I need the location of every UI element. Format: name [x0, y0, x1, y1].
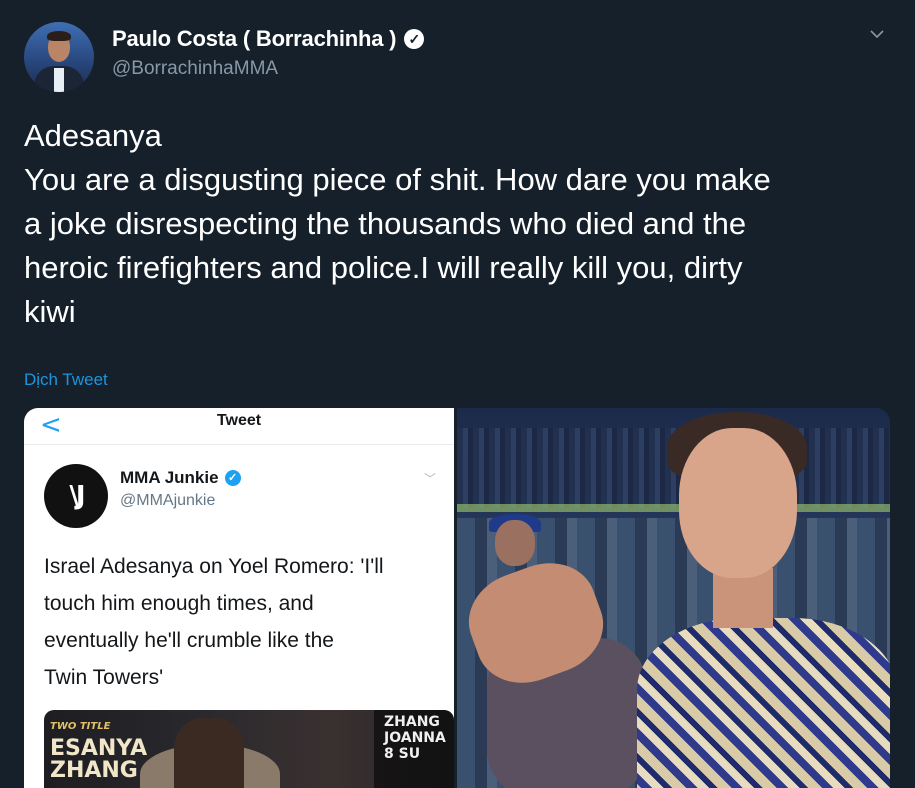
embedded-line: eventually he'll crumble like the	[44, 629, 334, 652]
fighter-figure	[174, 718, 244, 788]
poster-name-1: ESANYA	[50, 736, 148, 761]
avatar-shirt	[54, 68, 64, 92]
embedded-line: touch him enough times, and	[44, 592, 314, 615]
mma-junkie-logo: \J	[44, 464, 108, 528]
tweet-line: kiwi	[24, 294, 76, 329]
poster-name-2: ZHANG	[50, 758, 138, 783]
arena-photo[interactable]	[457, 408, 890, 788]
embedded-tweet-text: Israel Adesanya on Yoel Romero: 'I'll to…	[44, 548, 444, 696]
verified-badge-icon: ✓	[224, 470, 241, 486]
verified-badge-icon: ✓	[404, 29, 425, 49]
man-face	[679, 428, 797, 578]
tweet-line: Adesanya	[24, 118, 162, 153]
chevron-down-icon[interactable]	[869, 26, 885, 42]
embedded-author-name: MMA Junkie	[120, 468, 219, 487]
translate-tweet-link[interactable]: Dịch Tweet	[24, 370, 108, 390]
avatar-hair	[47, 31, 71, 41]
poster-text-left: TWO TITLE ESANYA ZHANG	[50, 716, 147, 782]
embedded-topbar: < Tweet	[24, 408, 454, 445]
embedded-author-row: MMA Junkie ✓	[120, 468, 241, 488]
poster-small-text: TWO TITLE	[50, 721, 111, 732]
tweet-line: You are a disgusting piece of shit. How …	[24, 162, 771, 197]
embedded-line: Twin Towers'	[44, 666, 164, 689]
patterned-shirt	[637, 618, 890, 788]
poster-right-line: JOANNA	[384, 730, 446, 746]
embedded-line: Israel Adesanya on Yoel Romero: 'I'll	[44, 555, 384, 578]
poster-right-line: ZHANG	[384, 714, 440, 730]
embedded-author-handle: @MMAjunkie	[120, 492, 216, 509]
author-name[interactable]: Paulo Costa ( Borrachinha )	[112, 26, 397, 52]
spectator-face	[495, 520, 535, 566]
embedded-title: Tweet	[216, 412, 262, 429]
tweet-text: Adesanya You are a disgusting piece of s…	[24, 114, 894, 334]
poster-right-line: 8 SU	[384, 746, 421, 762]
author-name-row[interactable]: Paulo Costa ( Borrachinha ) ✓	[112, 26, 425, 52]
embedded-media-image: TWO TITLE ESANYA ZHANG ZHANG JOANNA 8 SU	[44, 710, 454, 788]
tweet-line: a joke disrespecting the thousands who d…	[24, 206, 747, 241]
author-avatar[interactable]	[24, 22, 94, 92]
arena-rail	[457, 504, 890, 512]
poster-text-right: ZHANG JOANNA 8 SU	[384, 714, 446, 762]
author-handle[interactable]: @BorrachinhaMMA	[112, 58, 278, 80]
tweet-line: heroic firefighters and police.I will re…	[24, 250, 743, 285]
chevron-down-icon: ﹀	[424, 472, 437, 486]
embedded-tweet-screenshot[interactable]: < Tweet \J MMA Junkie ✓ @MMAjunkie ﹀ Isr…	[24, 408, 454, 788]
